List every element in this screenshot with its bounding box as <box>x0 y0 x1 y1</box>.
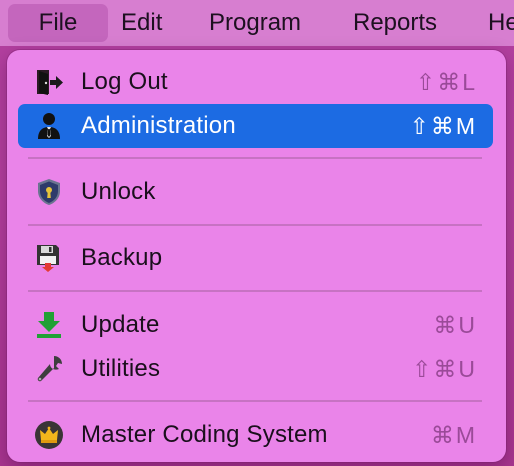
menu-separator <box>28 224 482 226</box>
menu-program[interactable]: Program <box>209 4 301 42</box>
menu-item-administration[interactable]: Administration ⇧⌘M <box>18 104 493 148</box>
menu-file-label: File <box>38 9 78 36</box>
wrench-icon <box>37 356 62 382</box>
menu-edit[interactable]: Edit <box>121 4 162 42</box>
menu-item-backup[interactable]: Backup <box>18 236 493 280</box>
shortcut-hint: ⇧⌘M <box>409 112 477 139</box>
menu-separator <box>28 290 482 292</box>
file-menu-dropdown: Log Out ⇧⌘L Administration ⇧⌘M Unlock Ba… <box>7 50 506 462</box>
menu-separator <box>28 157 482 159</box>
menu-file[interactable]: File <box>8 4 108 42</box>
shortcut-hint: ⌘U <box>433 311 477 338</box>
menu-item-label: Administration <box>81 112 236 139</box>
shortcut-hint: ⌘M <box>430 421 477 448</box>
menu-item-label: Master Coding System <box>81 421 328 448</box>
menu-item-label: Backup <box>81 244 163 271</box>
menu-separator <box>28 400 482 402</box>
menu-item-label: Utilities <box>81 355 161 382</box>
shortcut-hint: ⇧⌘L <box>415 68 477 95</box>
shield-lock-icon <box>38 179 60 205</box>
menu-help[interactable]: He <box>488 4 514 42</box>
menu-reports[interactable]: Reports <box>353 4 437 42</box>
crown-badge-icon <box>35 421 63 449</box>
menu-item-log-out[interactable]: Log Out ⇧⌘L <box>18 60 493 104</box>
menu-reports-label: Reports <box>353 9 438 36</box>
floppy-disk-icon <box>37 245 59 272</box>
menu-edit-label: Edit <box>121 9 163 36</box>
admin-person-icon <box>38 113 60 139</box>
shortcut-hint: ⇧⌘U <box>412 355 477 382</box>
menu-item-utilities[interactable]: Utilities ⇧⌘U <box>18 347 493 391</box>
menu-item-master-coding-system[interactable]: Master Coding System ⌘M <box>18 413 493 457</box>
download-arrow-icon <box>37 312 61 338</box>
menu-program-label: Program <box>209 9 302 36</box>
menu-item-label: Unlock <box>81 178 156 205</box>
logout-door-icon <box>37 70 63 95</box>
menu-item-label: Update <box>81 311 160 338</box>
menu-item-label: Log Out <box>81 68 168 95</box>
menu-item-unlock[interactable]: Unlock <box>18 170 493 214</box>
menu-bar: File Edit Program Reports He <box>0 0 514 46</box>
menu-item-update[interactable]: Update ⌘U <box>18 303 493 347</box>
menu-help-label: He <box>488 9 514 36</box>
